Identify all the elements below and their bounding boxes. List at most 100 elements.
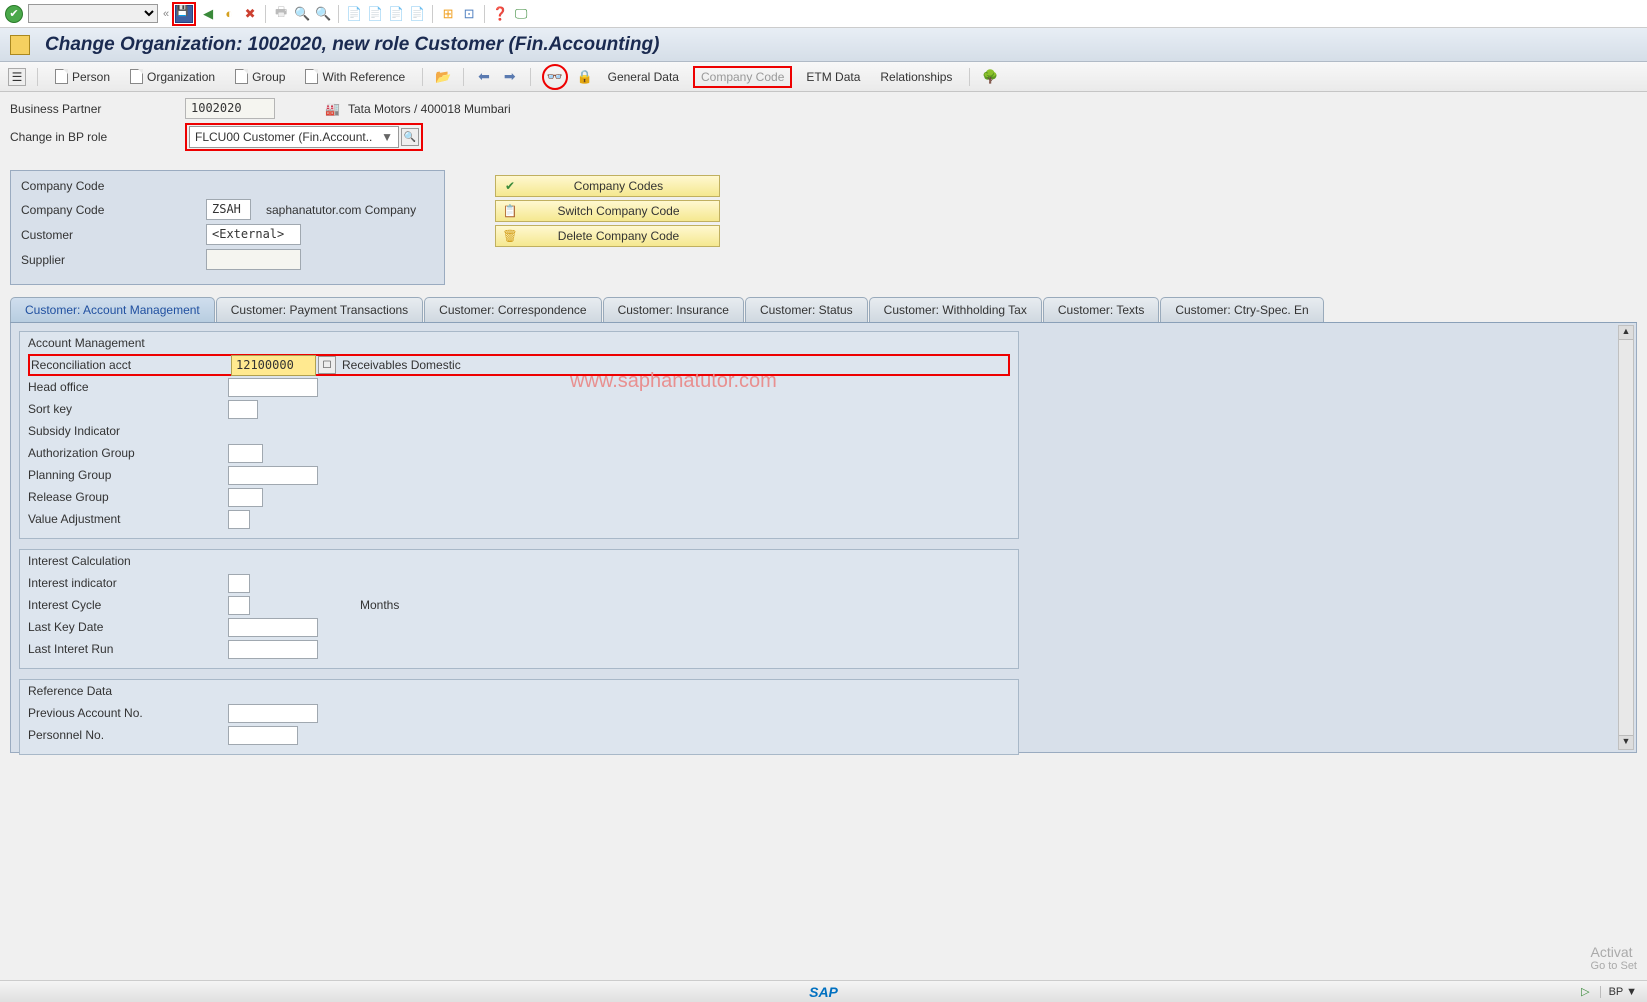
personnel-no-label: Personnel No. <box>28 728 228 742</box>
shortcut-icon[interactable]: ⊡ <box>460 5 478 23</box>
print-icon: 🖶 <box>272 5 290 23</box>
company-codes-button[interactable]: ✔ Company Codes <box>495 175 720 197</box>
last-key-date-input[interactable] <box>228 618 318 637</box>
lock-icon[interactable]: 🔒 <box>576 68 594 86</box>
new-session-icon[interactable]: ⊞ <box>439 5 457 23</box>
prev-account-label: Previous Account No. <box>28 706 228 720</box>
sort-key-label: Sort key <box>28 402 228 416</box>
general-data-button[interactable]: General Data <box>602 68 685 86</box>
recon-label: Reconciliation acct <box>31 358 231 372</box>
planning-group-label: Planning Group <box>28 468 228 482</box>
cc-section-title: Company Code <box>21 177 434 199</box>
last-page-icon: 📄 <box>408 5 426 23</box>
activate-windows: Activat Go to Set <box>1591 944 1637 972</box>
tree-icon[interactable]: 🌳 <box>981 68 999 86</box>
supplier-value <box>206 249 301 270</box>
value-adj-input[interactable] <box>228 510 250 529</box>
tab-payment-transactions[interactable]: Customer: Payment Transactions <box>216 297 423 322</box>
group-button[interactable]: Group <box>229 67 291 86</box>
tab-insurance[interactable]: Customer: Insurance <box>603 297 744 322</box>
first-page-icon: 📄 <box>345 5 363 23</box>
tab-ctry-spec[interactable]: Customer: Ctry-Spec. En <box>1160 297 1323 322</box>
person-button[interactable]: Person <box>49 67 116 86</box>
auth-group-label: Authorization Group <box>28 446 228 460</box>
head-office-input[interactable] <box>228 378 318 397</box>
interest-title: Interest Calculation <box>28 552 1010 572</box>
tab-status[interactable]: Customer: Status <box>745 297 868 322</box>
acct-mgmt-title: Account Management <box>28 334 1010 354</box>
top-toolbar: ✔ « 💾 ◀ ◐ ✖ 🖶 🔍 🔍 📄 📄 📄 📄 ⊞ ⊡ ❓ 🖵 <box>0 0 1647 28</box>
release-group-input[interactable] <box>228 488 263 507</box>
back-icon[interactable]: ◀ <box>199 5 217 23</box>
tab-account-management[interactable]: Customer: Account Management <box>10 297 215 322</box>
arrow-right-icon[interactable]: ➡ <box>501 68 519 85</box>
status-bar: SAP ▷ BP ▼ <box>0 980 1647 1002</box>
cancel-icon[interactable]: ✖ <box>241 5 259 23</box>
find-icon: 🔍 <box>293 5 311 23</box>
subsidy-label: Subsidy Indicator <box>28 424 228 438</box>
recon-help-icon[interactable]: ☐ <box>318 356 336 374</box>
bp-number: 1002020 <box>185 98 275 119</box>
sap-logo: SAP <box>809 984 838 1000</box>
tab-correspondence[interactable]: Customer: Correspondence <box>424 297 601 322</box>
interest-indicator-input[interactable] <box>228 574 250 593</box>
interest-cycle-unit: Months <box>360 598 399 612</box>
company-code-button[interactable]: Company Code <box>693 66 792 88</box>
role-label: Change in BP role <box>10 130 185 144</box>
glasses-icon[interactable]: 👓 <box>546 68 564 86</box>
check-list-icon: ✔ <box>502 178 518 194</box>
customer-label: Customer <box>21 228 206 242</box>
cc-description: saphanatutor.com Company <box>266 203 416 217</box>
role-dropdown[interactable]: FLCU00 Customer (Fin.Account..▼ <box>189 126 399 148</box>
recon-input[interactable]: 12100000 <box>231 355 316 376</box>
sort-key-input[interactable] <box>228 400 258 419</box>
tab-withholding-tax[interactable]: Customer: Withholding Tax <box>869 297 1042 322</box>
customer-value[interactable]: <External> <box>206 224 301 245</box>
arrow-left-icon[interactable]: ⬅ <box>475 68 493 85</box>
page-title-bar: Change Organization: 1002020, new role C… <box>0 28 1647 62</box>
switch-icon: 📋 <box>502 203 518 219</box>
etm-data-button[interactable]: ETM Data <box>800 68 866 86</box>
open-icon[interactable]: 📂 <box>434 68 452 86</box>
last-interest-run-label: Last Interet Run <box>28 642 228 656</box>
last-key-date-label: Last Key Date <box>28 620 228 634</box>
page-title-icon <box>10 35 30 55</box>
chevron-left-icon[interactable]: « <box>163 8 169 20</box>
with-reference-button[interactable]: With Reference <box>299 67 411 86</box>
prev-account-input[interactable] <box>228 704 318 723</box>
last-interest-run-input[interactable] <box>228 640 318 659</box>
relationships-button[interactable]: Relationships <box>874 68 958 86</box>
prev-page-icon: 📄 <box>366 5 384 23</box>
organization-button[interactable]: Organization <box>124 67 221 86</box>
head-office-label: Head office <box>28 380 228 394</box>
enter-icon[interactable]: ✔ <box>5 5 23 23</box>
interest-cycle-input[interactable] <box>228 596 250 615</box>
layout-icon[interactable]: 🖵 <box>512 5 530 23</box>
exit-icon[interactable]: ◐ <box>220 5 238 23</box>
interest-cycle-label: Interest Cycle <box>28 598 228 612</box>
page-title: Change Organization: 1002020, new role C… <box>45 34 659 56</box>
scrollbar[interactable]: ▲ ▼ <box>1618 325 1634 750</box>
cc-value[interactable]: ZSAH <box>206 199 251 220</box>
find-next-icon: 🔍 <box>314 5 332 23</box>
tab-texts[interactable]: Customer: Texts <box>1043 297 1159 322</box>
bp-label: Business Partner <box>10 102 185 116</box>
save-icon[interactable]: 💾 <box>175 5 193 23</box>
supplier-label: Supplier <box>21 253 206 267</box>
tabs-row: Customer: Account Management Customer: P… <box>10 297 1637 323</box>
personnel-no-input[interactable] <box>228 726 298 745</box>
switch-company-code-button[interactable]: 📋 Switch Company Code <box>495 200 720 222</box>
delete-company-code-button[interactable]: 🗑 Delete Company Code <box>495 225 720 247</box>
help-icon[interactable]: ❓ <box>491 5 509 23</box>
menu-icon[interactable]: ☰ <box>8 68 26 86</box>
status-bp[interactable]: BP ▼ <box>1600 986 1637 998</box>
status-nav-icon[interactable]: ▷ <box>1581 985 1589 998</box>
next-page-icon: 📄 <box>387 5 405 23</box>
command-field[interactable] <box>28 4 158 23</box>
auth-group-input[interactable] <box>228 444 263 463</box>
planning-group-input[interactable] <box>228 466 318 485</box>
interest-indicator-label: Interest indicator <box>28 576 228 590</box>
factory-icon: 🏭 <box>325 102 340 116</box>
application-toolbar: ☰ Person Organization Group With Referen… <box>0 62 1647 92</box>
role-search-icon[interactable]: 🔍 <box>401 128 419 146</box>
